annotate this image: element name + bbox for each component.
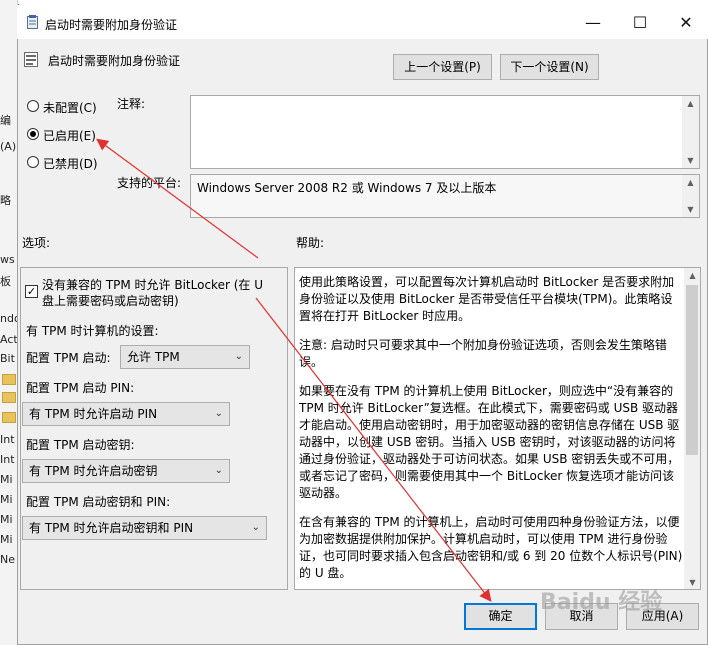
annotation-arrow	[96, 138, 259, 259]
watermark: Baidu 经验	[540, 590, 663, 615]
annotation-arrow	[255, 297, 492, 602]
annotation-arrows	[96, 138, 492, 602]
